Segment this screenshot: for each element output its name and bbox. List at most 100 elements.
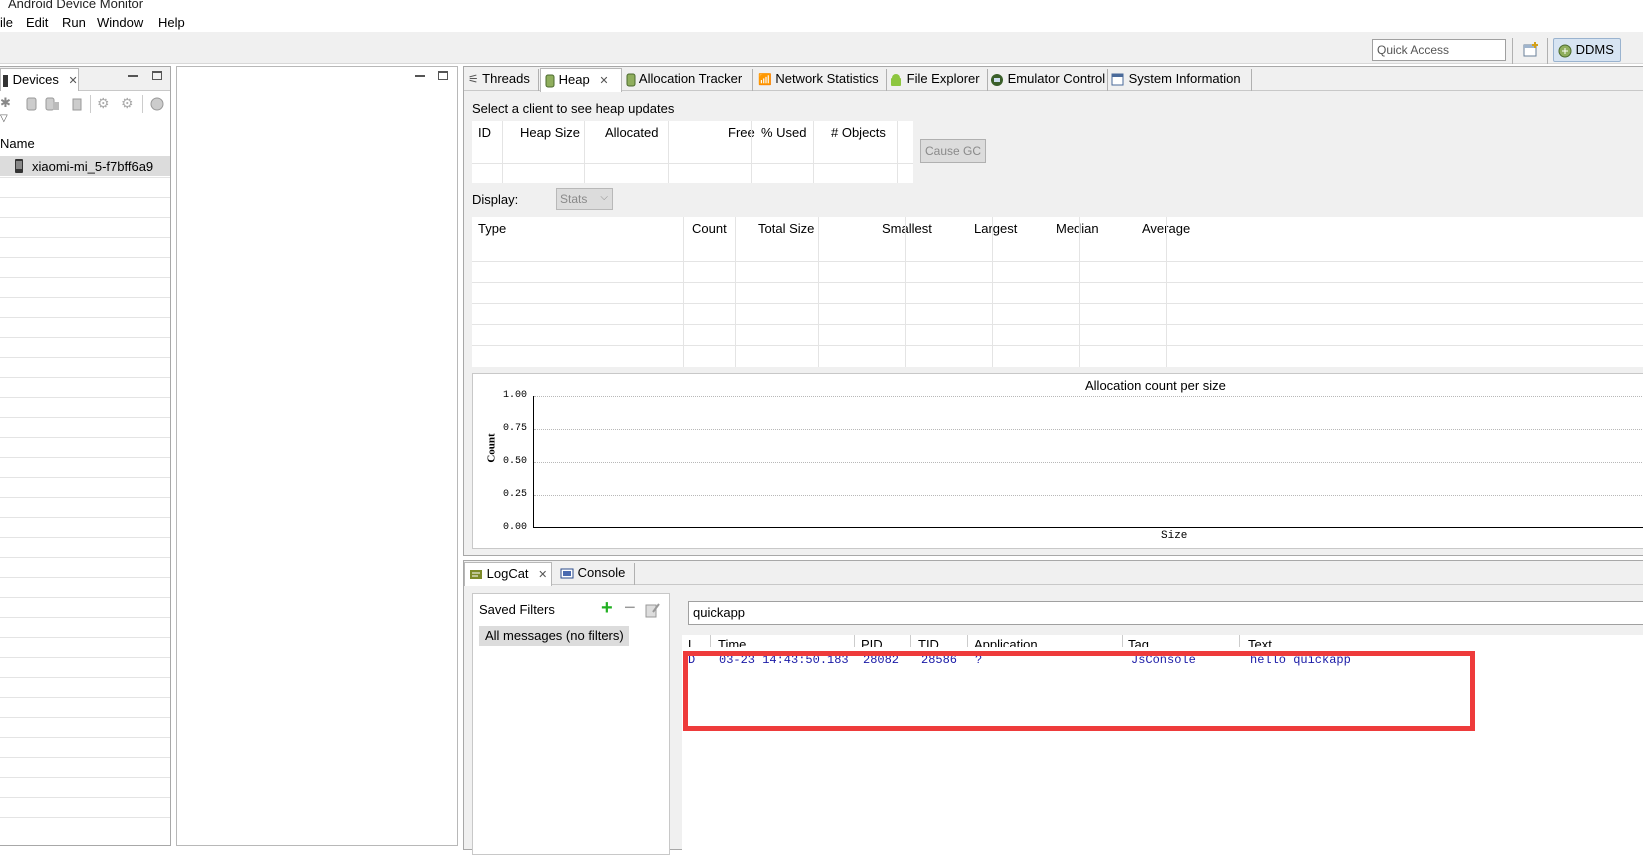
- allocation-icon: [626, 73, 636, 87]
- chart-y-label: Count: [485, 433, 498, 463]
- device-list-row-line: [0, 457, 170, 458]
- device-list-row-line: [0, 617, 170, 618]
- column-allocated: Allocated: [605, 125, 659, 140]
- device-list-row-line: [0, 657, 170, 658]
- window-title-bar: Android Device Monitor: [0, 0, 1643, 12]
- device-list-row-line: [0, 177, 170, 178]
- chart-y-tick-label: 0.50: [503, 456, 528, 467]
- minimize-icon[interactable]: [415, 75, 425, 77]
- menu-bar: ile Edit Run Window Help: [0, 12, 1643, 32]
- display-select-value: Stats: [560, 192, 588, 206]
- device-list-row-line: [0, 497, 170, 498]
- device-list-row-line: [0, 437, 170, 438]
- open-perspective-icon[interactable]: [1522, 41, 1542, 61]
- device-list-row-line: [0, 397, 170, 398]
- heap-summary-table: ID Heap Size Allocated Free % Used # Obj…: [472, 121, 913, 183]
- dump-hprof-icon[interactable]: [45, 97, 61, 111]
- device-list-row-line: [0, 737, 170, 738]
- chart-x-label: Size: [1161, 530, 1188, 542]
- menu-window[interactable]: Window: [97, 15, 143, 30]
- close-icon[interactable]: ✕: [69, 75, 78, 87]
- device-icon: [3, 74, 8, 87]
- device-list-row-line: [0, 357, 170, 358]
- menu-file[interactable]: ile: [0, 15, 13, 30]
- cause-gc-button[interactable]: Cause GC: [920, 139, 986, 163]
- column-objects: # Objects: [831, 125, 886, 140]
- display-label: Display:: [472, 192, 519, 207]
- tab-console-label: Console: [577, 565, 626, 580]
- wifi-icon: 📶: [758, 74, 772, 86]
- close-icon[interactable]: ✕: [599, 75, 608, 87]
- tab-console[interactable]: Console: [560, 565, 625, 580]
- tab-allocation-tracker[interactable]: Allocation Tracker: [626, 71, 742, 87]
- column-smallest: Smallest: [882, 221, 932, 236]
- toolbar-separator: [1547, 38, 1548, 64]
- device-list-row-line: [0, 337, 170, 338]
- chart-y-tick-label: 0.25: [503, 489, 528, 500]
- minimize-icon[interactable]: [128, 75, 138, 77]
- window-title: Android Device Monitor: [8, 0, 144, 11]
- heap-status-text: Select a client to see heap updates: [472, 101, 675, 116]
- cause-gc-icon[interactable]: [71, 97, 83, 111]
- tab-heap-label: Heap: [558, 72, 590, 87]
- heap-panel: ⚟ Threads Heap ✕ Allocation Tracker 📶 Ne…: [463, 66, 1643, 556]
- tab-logcat[interactable]: LogCat ✕: [464, 562, 552, 586]
- logcat-search-input[interactable]: quickapp: [688, 601, 1643, 625]
- tab-threads[interactable]: ⚟ Threads: [468, 71, 530, 86]
- heap-update-icon[interactable]: [26, 97, 38, 111]
- column-type: Type: [478, 221, 507, 236]
- device-list-row-line: [0, 637, 170, 638]
- add-filter-icon[interactable]: +: [601, 597, 613, 620]
- highlight-box: [683, 651, 1475, 731]
- device-list-row-line: [0, 757, 170, 758]
- tab-system-information[interactable]: System Information: [1111, 71, 1241, 87]
- chart-title: Allocation count per size: [1085, 378, 1226, 393]
- start-profiling-icon[interactable]: ⚙: [121, 95, 134, 112]
- quick-access-input[interactable]: Quick Access: [1372, 39, 1506, 61]
- remove-filter-icon[interactable]: −: [624, 597, 636, 620]
- column-tag: Tag: [1128, 637, 1149, 647]
- column-application: Application: [974, 637, 1038, 647]
- tab-devices[interactable]: Devices ✕: [0, 68, 79, 91]
- view-menu-icon[interactable]: ▽: [0, 113, 8, 124]
- menu-help[interactable]: Help: [158, 15, 185, 30]
- device-list-row-line: [0, 417, 170, 418]
- tab-emulator-control[interactable]: Emulator Control: [990, 71, 1105, 87]
- device-list-row-line: [0, 297, 170, 298]
- tab-network-statistics[interactable]: 📶 Network Statistics: [758, 71, 879, 86]
- threads-icon: ⚟: [468, 72, 479, 86]
- column-largest: Largest: [974, 221, 1018, 236]
- display-select[interactable]: Stats ⌵: [556, 188, 613, 210]
- debug-icon[interactable]: ✱: [0, 95, 11, 111]
- device-list-row-line: [0, 557, 170, 558]
- device-list-row-line: [0, 577, 170, 578]
- logcat-tab-bar: [464, 561, 1643, 585]
- chart-y-tick-label: 0.00: [503, 522, 528, 533]
- chevron-down-icon: ⌵: [600, 192, 608, 203]
- screen-capture-icon[interactable]: [150, 97, 164, 111]
- filter-item-all[interactable]: All messages (no filters): [479, 626, 629, 646]
- maximize-icon[interactable]: [152, 71, 162, 80]
- device-row[interactable]: xiaomi-mi_5-f7bff6a9: [0, 156, 170, 176]
- tab-threads-label: Threads: [482, 71, 530, 86]
- edit-filter-icon[interactable]: [645, 602, 661, 618]
- tab-file-explorer[interactable]: File Explorer: [889, 71, 980, 87]
- menu-run[interactable]: Run: [62, 15, 86, 30]
- column-heap-size: Heap Size: [520, 125, 580, 140]
- heap-type-table: Type Count Total Size Smallest Largest M…: [472, 217, 1643, 367]
- tab-heap[interactable]: Heap ✕: [540, 68, 622, 92]
- device-list-row-line: [0, 257, 170, 258]
- maximize-icon[interactable]: [438, 71, 448, 80]
- column-count: Count: [692, 221, 727, 236]
- devices-table-header: Name: [0, 133, 170, 153]
- chart-gridline: [534, 429, 1643, 430]
- column-level: L: [688, 637, 696, 647]
- tab-emulator-control-label: Emulator Control: [1007, 71, 1106, 86]
- device-name: xiaomi-mi_5-f7bff6a9: [32, 159, 154, 174]
- thread-update-icon[interactable]: ⚙: [97, 95, 110, 112]
- menu-edit[interactable]: Edit: [26, 15, 48, 30]
- close-icon[interactable]: ✕: [538, 569, 547, 581]
- ddms-perspective-button[interactable]: DDMS: [1553, 38, 1621, 62]
- device-list-row-line: [0, 317, 170, 318]
- tab-devices-label: Devices: [12, 72, 59, 87]
